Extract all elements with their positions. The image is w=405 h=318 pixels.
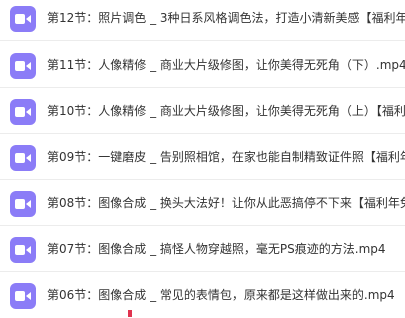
file-name: 第08节：图像合成 _ 换头大法好！让你从此恶搞停不下来【福利年免 [47, 196, 405, 210]
video-camera-icon [10, 145, 36, 171]
file-row[interactable]: 第09节：一键磨皮 _ 告别照相馆，在家也能自制精致证件照【福利年 [0, 134, 405, 180]
bottom-strip [0, 309, 405, 317]
video-camera-icon [10, 191, 36, 217]
file-name: 第06节：图像合成 _ 常见的表情包，原来都是这样做出来的.mp4 [47, 288, 395, 302]
bottom-mark [128, 310, 132, 317]
video-camera-icon [10, 53, 36, 79]
file-name: 第09节：一键磨皮 _ 告别照相馆，在家也能自制精致证件照【福利年 [47, 150, 405, 164]
file-name: 第11节：人像精修 _ 商业大片级修图，让你美得无死角（下）.mp4 [47, 58, 405, 72]
video-camera-icon [10, 283, 36, 309]
file-name: 第10节：人像精修 _ 商业大片级修图，让你美得无死角（上）【福利 [47, 104, 405, 118]
video-camera-icon [10, 237, 36, 263]
file-row[interactable]: 第12节：照片调色 _ 3种日系风格调色法，打造小清新美感【福利年 [0, 0, 405, 41]
file-name: 第07节：图像合成 _ 搞怪人物穿越照，毫无PS痕迹的方法.mp4 [47, 242, 386, 256]
file-row[interactable]: 第08节：图像合成 _ 换头大法好！让你从此恶搞停不下来【福利年免 [0, 180, 405, 226]
video-camera-icon [10, 99, 36, 125]
file-row[interactable]: 第07节：图像合成 _ 搞怪人物穿越照，毫无PS痕迹的方法.mp4 [0, 226, 405, 272]
file-row[interactable]: 第11节：人像精修 _ 商业大片级修图，让你美得无死角（下）.mp4 [0, 42, 405, 88]
file-row[interactable]: 第10节：人像精修 _ 商业大片级修图，让你美得无死角（上）【福利 [0, 88, 405, 134]
file-list: 第12节：照片调色 _ 3种日系风格调色法，打造小清新美感【福利年 第11节：人… [0, 0, 405, 317]
video-camera-icon [10, 6, 36, 32]
file-name: 第12节：照片调色 _ 3种日系风格调色法，打造小清新美感【福利年 [47, 11, 405, 25]
